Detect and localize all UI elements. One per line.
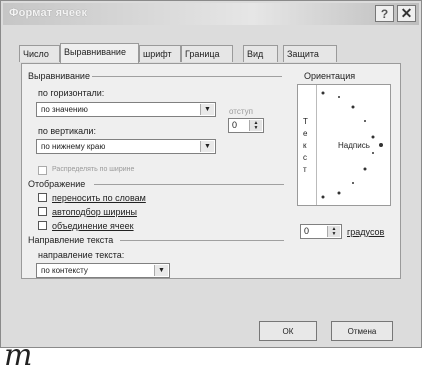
cancel-button[interactable]: Отмена	[331, 321, 393, 341]
chevron-down-icon[interactable]: ▼	[200, 141, 214, 152]
merge-cells-checkbox[interactable]	[38, 221, 47, 230]
vertical-letter: с	[303, 153, 307, 162]
degrees-value: 0	[304, 226, 310, 236]
shrink-to-fit-checkbox[interactable]	[38, 207, 47, 216]
indent-spinner[interactable]: 0 ▲ ▼	[228, 118, 264, 133]
horizontal-label: по горизонтали:	[38, 88, 105, 98]
horizontal-value: по значению	[41, 105, 88, 114]
text-direction-value: по контексту	[41, 266, 88, 275]
degrees-spinner[interactable]: 0 ▲ ▼	[300, 224, 342, 239]
title-bar[interactable]: Формат ячеек ? ✕	[3, 3, 419, 25]
degrees-label: градусов	[347, 227, 385, 237]
wrap-text-checkbox[interactable]	[38, 193, 47, 202]
overlay-mark: m	[4, 338, 33, 373]
vertical-letter: т	[303, 165, 307, 174]
display-section-title: Отображение	[28, 179, 86, 189]
vertical-label: по вертикали:	[38, 126, 96, 136]
tab-view[interactable]: Вид	[243, 45, 278, 62]
section-divider	[120, 240, 284, 241]
vertical-letter: е	[303, 129, 308, 138]
vertical-letter: к	[303, 141, 307, 150]
orientation-box[interactable]: Т е к с т Надпись	[297, 84, 391, 206]
vertical-text-option[interactable]: Т е к с т	[298, 85, 317, 205]
section-divider	[92, 76, 282, 77]
horizontal-select[interactable]: по значению ▼	[36, 102, 216, 117]
text-direction-label: направление текста:	[38, 250, 125, 260]
vertical-letter: Т	[303, 117, 308, 126]
chevron-down-icon[interactable]: ▼	[154, 265, 168, 276]
shrink-to-fit-label[interactable]: автоподбор ширины	[52, 207, 137, 217]
text-direction-select[interactable]: по контексту ▼	[36, 263, 170, 278]
tab-protection[interactable]: Защита	[283, 45, 337, 62]
alignment-panel: Выравнивание по горизонтали: по значению…	[21, 63, 401, 279]
tab-number[interactable]: Число	[19, 45, 60, 62]
orientation-caption: Надпись	[338, 141, 370, 150]
orientation-section-title: Ориентация	[304, 71, 356, 81]
format-cells-dialog: Формат ячеек ? ✕ Число Выравнивание шриф…	[0, 0, 422, 348]
dialog-title: Формат ячеек	[9, 7, 88, 19]
wrap-text-label[interactable]: переносить по словам	[52, 193, 146, 203]
tab-alignment[interactable]: Выравнивание	[60, 43, 139, 63]
merge-cells-label[interactable]: объединение ячеек	[52, 221, 134, 231]
tab-font[interactable]: шрифт	[139, 45, 181, 62]
ok-button[interactable]: ОК	[259, 321, 317, 341]
section-divider	[94, 184, 284, 185]
spin-arrows-icon[interactable]: ▲ ▼	[327, 226, 340, 237]
justify-distributed-label: Распределять по ширине	[52, 166, 135, 173]
vertical-value: по нижнему краю	[41, 142, 106, 151]
indent-value: 0	[232, 120, 238, 130]
spin-arrows-icon[interactable]: ▲ ▼	[249, 120, 262, 131]
justify-distributed-checkbox[interactable]	[38, 166, 47, 175]
help-icon[interactable]: ?	[375, 5, 394, 22]
text-direction-section-title: Направление текста	[28, 235, 114, 245]
alignment-section-title: Выравнивание	[28, 71, 90, 81]
vertical-select[interactable]: по нижнему краю ▼	[36, 139, 216, 154]
chevron-down-icon[interactable]: ▼	[200, 104, 214, 115]
close-icon[interactable]: ✕	[397, 5, 416, 22]
tab-border[interactable]: Граница	[181, 45, 233, 62]
indent-label: отступ	[229, 107, 253, 116]
